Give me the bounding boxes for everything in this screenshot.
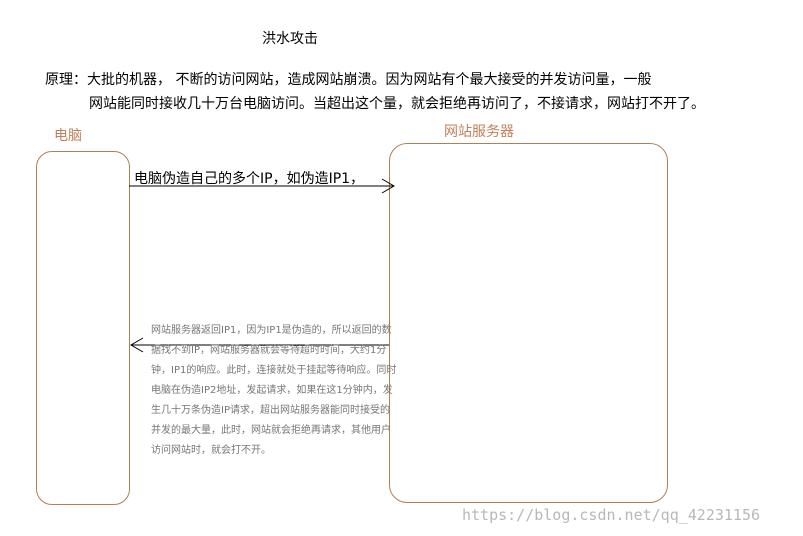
response-description: 网站服务器返回IP1，因为IP1是伪造的，所以返回的数据找不到IP，网站服务器就… bbox=[151, 325, 397, 456]
request-label: 电脑伪造自己的多个IP，如伪造IP1， bbox=[134, 171, 365, 187]
connector-layer bbox=[129, 178, 395, 353]
watermark: https://blog.csdn.net/qq_42231156 bbox=[462, 506, 761, 524]
